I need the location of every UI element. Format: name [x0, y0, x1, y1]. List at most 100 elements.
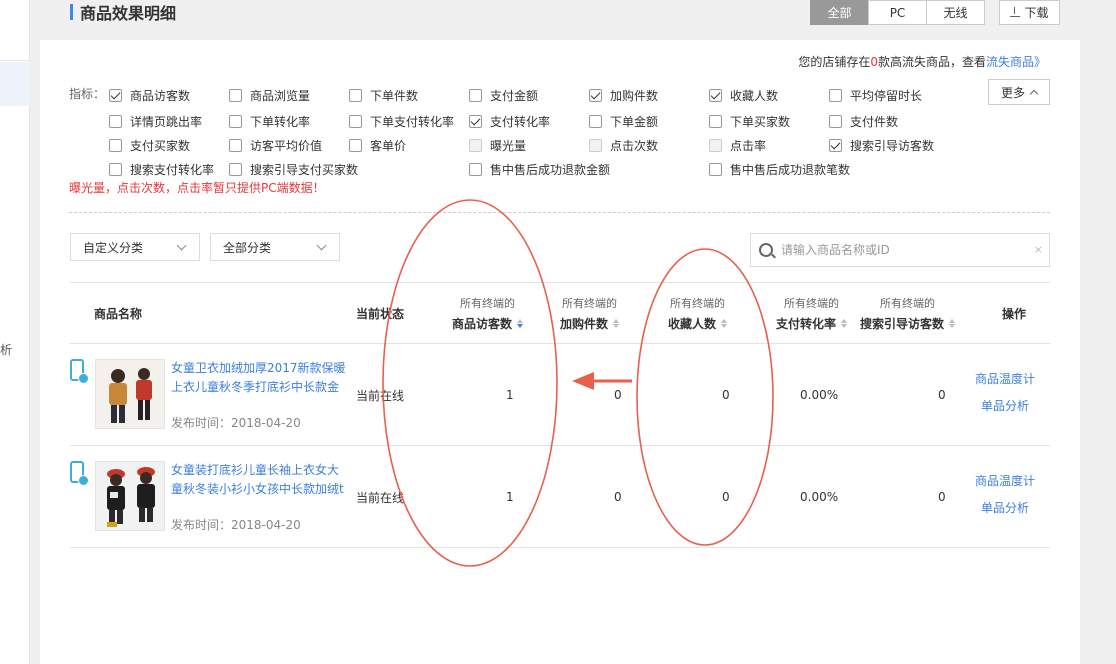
search-input[interactable]	[781, 243, 1021, 257]
single-analysis-link[interactable]: 单品分析	[965, 495, 1045, 522]
checkbox-unchecked-icon[interactable]	[829, 89, 842, 102]
checkbox-unchecked-icon	[589, 139, 602, 152]
checkbox-unchecked-icon	[469, 139, 482, 152]
col-search-visitors[interactable]: 所有终端的 搜索引导访客数	[860, 283, 956, 343]
sidebar-item-label[interactable]: 析	[0, 341, 12, 358]
download-button[interactable]: 下载	[999, 0, 1060, 25]
indicator-checkbox[interactable]: 客单价	[349, 137, 406, 154]
col-pay-rate[interactable]: 所有终端的 支付转化率	[776, 283, 848, 343]
sidebar-active-item[interactable]	[0, 62, 30, 106]
checkbox-unchecked-icon[interactable]	[709, 115, 722, 128]
pay-rate-cell: 0.00%	[800, 490, 839, 504]
sort-icon[interactable]	[613, 318, 620, 328]
title-accent-bar	[70, 4, 73, 20]
indicator-checkbox-label: 下单转化率	[250, 115, 311, 129]
product-thumbnail[interactable]	[95, 461, 165, 531]
indicator-checkbox[interactable]: 下单买家数	[709, 113, 790, 130]
indicator-checkbox[interactable]: 搜索引导访客数	[829, 137, 934, 154]
checkbox-unchecked-icon[interactable]	[349, 89, 362, 102]
publish-time: 发布时间：2018-04-20	[171, 416, 301, 430]
lost-goods-link[interactable]: 流失商品》	[986, 55, 1046, 69]
status-cell: 当前在线	[356, 490, 405, 505]
product-title-link[interactable]: 女童卫衣加绒加厚2017新款保暖上衣儿童秋冬季打底衫中长款金	[171, 359, 349, 397]
sort-icon[interactable]	[517, 318, 524, 328]
indicator-checkbox-label: 售中售后成功退款金额	[490, 163, 611, 177]
indicator-checkbox[interactable]: 售中售后成功退款金额	[469, 161, 610, 178]
checkbox-unchecked-icon[interactable]	[229, 89, 242, 102]
col-status: 当前状态	[356, 306, 405, 321]
custom-category-select[interactable]: 自定义分类	[70, 233, 200, 261]
indicator-checkbox[interactable]: 支付金额	[469, 87, 538, 104]
indicator-checkbox[interactable]: 访客平均价值	[229, 137, 322, 154]
indicator-checkbox[interactable]: 下单转化率	[229, 113, 310, 130]
indicator-checkbox[interactable]: 加购件数	[589, 87, 658, 104]
checkbox-unchecked-icon	[709, 139, 722, 152]
indicator-checkbox-label: 商品访客数	[130, 89, 191, 103]
checkbox-unchecked-icon[interactable]	[229, 139, 242, 152]
checkbox-unchecked-icon[interactable]	[709, 163, 722, 176]
sort-icon[interactable]	[841, 318, 848, 328]
indicator-checkbox[interactable]: 下单支付转化率	[349, 113, 454, 130]
product-title-link[interactable]: 女童装打底衫儿童长袖上衣女大童秋冬装小衫小女孩中长款加绒t	[171, 461, 349, 499]
checkbox-unchecked-icon[interactable]	[229, 115, 242, 128]
checkbox-unchecked-icon[interactable]	[349, 139, 362, 152]
col-visitors[interactable]: 所有终端的 商品访客数	[452, 283, 524, 343]
checkbox-checked-icon[interactable]	[589, 89, 602, 102]
checkbox-unchecked-icon[interactable]	[829, 115, 842, 128]
clear-icon[interactable]: ×	[1034, 243, 1043, 256]
segment-pc[interactable]: PC	[868, 0, 927, 25]
checkbox-checked-icon[interactable]	[469, 115, 482, 128]
more-indicators-button[interactable]: 更多	[988, 79, 1050, 105]
indicator-checkbox[interactable]: 商品浏览量	[229, 87, 310, 104]
col-favorites[interactable]: 所有终端的 收藏人数	[668, 283, 728, 343]
col-cart[interactable]: 所有终端的 加购件数	[560, 283, 620, 343]
col-ops: 操作	[1002, 306, 1027, 321]
checkbox-unchecked-icon[interactable]	[589, 115, 602, 128]
goods-thermometer-link[interactable]: 商品温度计	[965, 468, 1045, 495]
indicator-checkbox[interactable]: 售中售后成功退款笔数	[709, 161, 850, 178]
search-visitors-cell: 0	[938, 388, 946, 402]
indicator-checkbox-label: 搜索引导访客数	[850, 139, 935, 153]
checkbox-unchecked-icon[interactable]	[109, 139, 122, 152]
segment-all[interactable]: 全部	[810, 0, 869, 25]
checkbox-unchecked-icon[interactable]	[229, 163, 242, 176]
custom-category-value: 自定义分类	[83, 240, 144, 255]
indicator-checkbox[interactable]: 平均停留时长	[829, 87, 922, 104]
status-cell: 当前在线	[356, 388, 405, 403]
checkbox-checked-icon[interactable]	[829, 139, 842, 152]
indicator-checkbox[interactable]: 支付件数	[829, 113, 898, 130]
indicator-checkbox-label: 点击率	[730, 139, 767, 153]
row-operations: 商品温度计 单品分析	[965, 366, 1045, 420]
indicator-checkbox[interactable]: 收藏人数	[709, 87, 778, 104]
indicator-checkbox-label: 访客平均价值	[250, 139, 323, 153]
indicator-checkbox[interactable]: 支付转化率	[469, 113, 550, 130]
sort-icon[interactable]	[721, 318, 728, 328]
segment-wireless[interactable]: 无线	[926, 0, 985, 25]
chevron-up-icon	[1029, 89, 1039, 99]
checkbox-unchecked-icon[interactable]	[469, 163, 482, 176]
checkbox-checked-icon[interactable]	[109, 89, 122, 102]
product-thumbnail[interactable]	[95, 359, 165, 429]
section-divider	[69, 212, 1050, 213]
indicator-checkbox-label: 商品浏览量	[250, 89, 311, 103]
single-analysis-link[interactable]: 单品分析	[965, 393, 1045, 420]
checkbox-unchecked-icon[interactable]	[109, 163, 122, 176]
indicator-checkbox[interactable]: 详情页跳出率	[109, 113, 202, 130]
indicator-checkbox[interactable]: 下单金额	[589, 113, 658, 130]
checkbox-unchecked-icon[interactable]	[469, 89, 482, 102]
indicator-checkbox[interactable]: 搜索支付转化率	[109, 161, 214, 178]
all-category-select[interactable]: 全部分类	[210, 233, 340, 261]
download-icon	[1010, 7, 1021, 18]
mobile-device-icon	[70, 359, 89, 384]
indicator-checkbox[interactable]: 支付买家数	[109, 137, 190, 154]
indicator-checkbox[interactable]: 搜索引导支付买家数	[229, 161, 358, 178]
checkbox-unchecked-icon[interactable]	[349, 115, 362, 128]
indicator-checkbox[interactable]: 下单件数	[349, 87, 418, 104]
indicator-checkbox[interactable]: 商品访客数	[109, 87, 190, 104]
sort-icon[interactable]	[949, 318, 956, 328]
visitors-cell: 1	[506, 388, 514, 402]
checkbox-checked-icon[interactable]	[709, 89, 722, 102]
goods-thermometer-link[interactable]: 商品温度计	[965, 366, 1045, 393]
indicator-checkbox-label: 客单价	[370, 139, 407, 153]
checkbox-unchecked-icon[interactable]	[109, 115, 122, 128]
